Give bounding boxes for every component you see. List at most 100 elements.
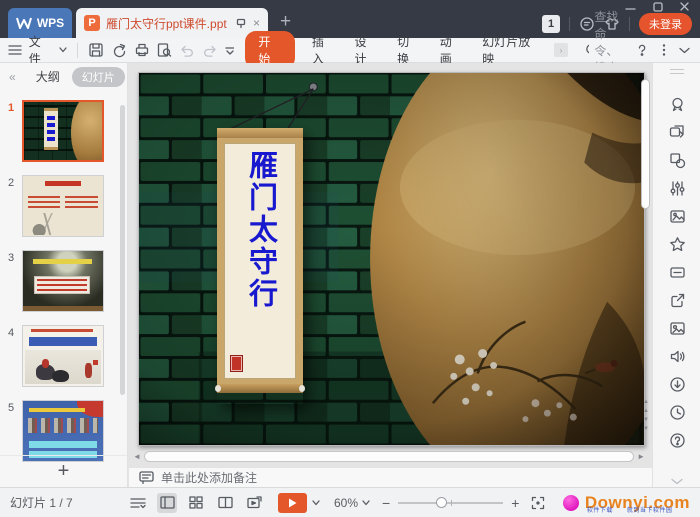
slide-row-2: 2 [0,175,128,237]
add-slide-button[interactable]: + [0,455,127,487]
vertical-scrollbar-thumb[interactable] [641,79,650,209]
zoom-slider-track[interactable] [398,502,503,504]
object-properties-icon[interactable] [669,180,686,197]
scroll-right-arrow[interactable]: ► [637,453,645,461]
undo-icon[interactable] [179,43,195,57]
zoom-level: 60% [334,496,358,510]
play-options-chevron-icon[interactable] [312,500,320,506]
help-icon[interactable] [635,43,649,57]
slide-thumbnail-3[interactable] [22,250,104,312]
thumb-art [25,350,100,384]
document-tab[interactable]: P 雁门太守行ppt课件.ppt × [76,8,268,38]
divider [629,17,630,31]
print-preview-icon[interactable] [156,42,172,58]
thumb-art [29,408,85,412]
zoom-slider-thumb[interactable] [436,497,447,508]
more-icon[interactable] [662,43,666,57]
history-icon[interactable] [669,404,686,421]
collapse-right-panel-icon[interactable] [671,478,683,485]
fit-window-icon[interactable] [531,496,545,510]
ribbon-bar: 文件 开始 插入 设计 切换 动画 幻灯片放映 › 查找命令、搜索模板 [0,38,700,63]
vertical-scrollbar[interactable]: ▲▲▼▼ [641,71,651,447]
print-icon[interactable] [134,42,150,58]
file-menu[interactable]: 文件 [29,33,53,67]
pin-tab-icon[interactable] [235,17,247,29]
window-controls [625,0,690,13]
thumb-art [29,337,98,346]
sidebar-scrollbar[interactable] [120,105,125,395]
thumb-art [28,193,60,209]
slide-canvas[interactable]: 雁门太守行 [138,72,645,446]
help-circle-icon[interactable] [669,432,686,449]
slide-thumbnail-2[interactable] [22,175,104,237]
slide-counter: 幻灯片 1 / 7 [10,494,128,511]
watermark: Downyi.com 软件下载 就到当下软件园 [563,493,690,513]
statusbar: 幻灯片 1 / 7 60% − + [0,487,700,517]
switch-icon[interactable] [669,124,686,141]
login-button[interactable]: 未登录 [639,13,692,35]
new-tab-button[interactable]: + [280,11,291,33]
badge-icon[interactable] [669,96,686,113]
notes-toggle-icon[interactable] [128,493,148,513]
chevron-down-icon [59,47,67,53]
reading-view-icon[interactable] [215,493,235,513]
share-icon[interactable] [669,292,686,309]
slide-nav-arrows[interactable]: ▲▲▼▼ [641,399,651,432]
slides-panel: « 大纲 幻灯片 1 2 3 4 [0,63,128,487]
notes-bar[interactable]: 单击此处添加备注 [129,467,652,487]
tab-outline[interactable]: 大纲 [36,68,60,85]
thumb-art [31,329,93,332]
slideshow-view-icon[interactable] [244,493,264,513]
slide-number: 2 [0,175,22,237]
slide-thumbnail-1[interactable] [22,100,104,162]
collapse-ribbon-icon[interactable] [679,47,690,54]
watermark-caption: 软件下载 就到当下软件园 [587,505,673,514]
close-icon[interactable] [679,1,690,12]
scroll-bottom-roller [217,384,303,393]
scroll-top-roller [217,128,303,138]
design-tools-icon[interactable] [669,208,686,225]
slide-row-1: 1 [0,100,128,162]
slide-sorter-icon[interactable] [186,493,206,513]
normal-view-icon[interactable] [157,493,177,513]
tab-slides[interactable]: 幻灯片 [72,67,125,87]
scroll-left-arrow[interactable]: ◄ [133,453,141,461]
play-slideshow-button[interactable] [278,493,307,513]
zoom-control[interactable]: 60% [334,496,370,510]
horizontal-scrollbar-thumb[interactable] [144,451,634,462]
picture-icon[interactable] [669,320,686,337]
download-icon[interactable] [669,376,686,393]
save-icon[interactable] [88,42,104,58]
divider [569,17,570,31]
thumb-art [65,193,99,209]
menu-icon[interactable] [8,44,22,56]
close-tab-icon[interactable]: × [253,17,260,29]
watermark-site: Downyi.com 软件下载 就到当下软件园 [585,493,690,513]
slide-thumbnail-4[interactable] [22,325,104,387]
redo-icon[interactable] [202,43,218,57]
more-tabs-button[interactable]: › [554,43,568,57]
slide-number: 1 [0,100,22,162]
thumb-art [44,108,59,150]
slide-number: 5 [0,400,22,462]
toolbar-options-icon[interactable] [225,46,235,55]
export-icon[interactable] [111,42,127,58]
favorites-icon[interactable] [669,236,686,253]
zoom-slider-tick [451,500,452,506]
panel-handle-icon[interactable] [670,69,684,74]
collapse-panel-icon[interactable]: « [9,70,16,84]
maximize-icon[interactable] [652,1,663,12]
merge-shapes-icon[interactable] [669,152,686,169]
notes-placeholder: 单击此处添加备注 [161,469,257,486]
text-box-icon[interactable] [669,264,686,281]
zoom-in-button[interactable]: + [511,495,519,511]
thumb-art [29,441,96,448]
hanging-scroll[interactable]: 雁门太守行 [217,128,303,404]
slide-thumbnail-5[interactable] [22,400,104,462]
zoom-out-button[interactable]: − [382,495,390,511]
slide-row-5: 5 [0,400,128,462]
wps-logo-icon [16,17,32,29]
notes-icon [139,471,154,484]
horizontal-scrollbar[interactable]: ◄ ► [133,450,645,463]
audio-icon[interactable] [669,348,686,365]
